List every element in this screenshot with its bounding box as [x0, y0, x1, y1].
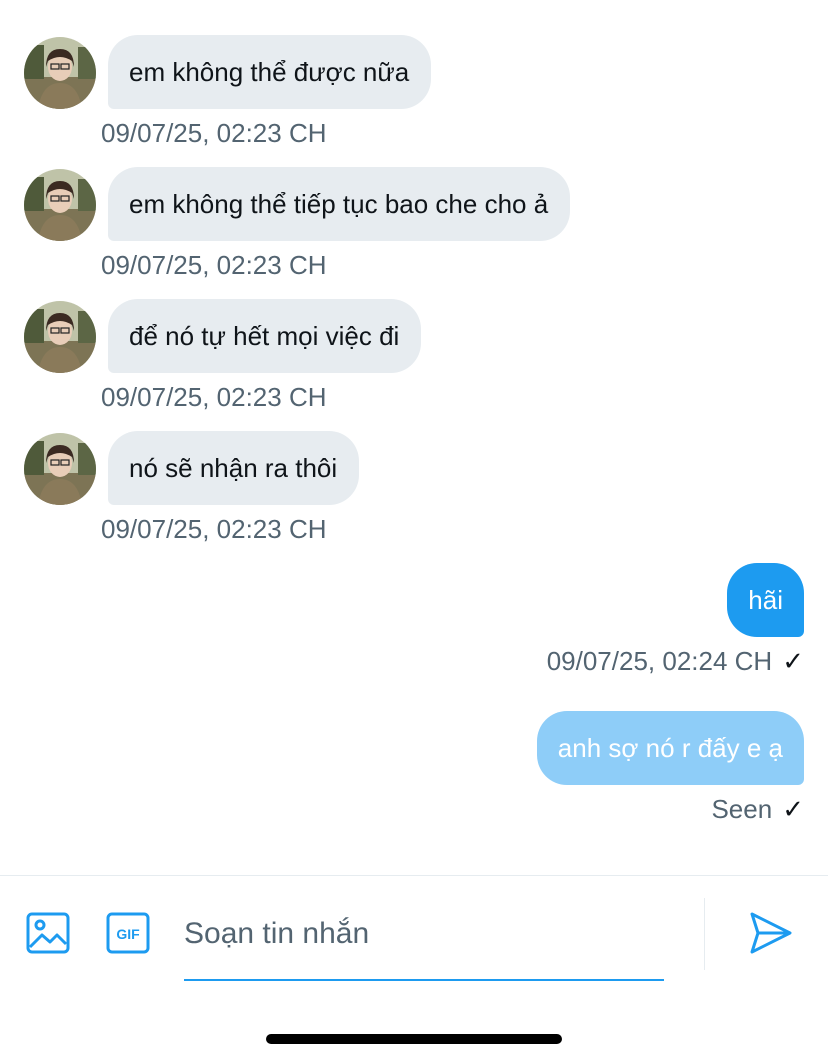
composer-separator	[704, 898, 705, 970]
avatar[interactable]	[24, 37, 96, 109]
avatar[interactable]	[24, 301, 96, 373]
message-timestamp: 09/07/25, 02:23 CH	[101, 382, 327, 412]
send-icon[interactable]	[748, 910, 794, 956]
message-bubble-outgoing[interactable]: hãi	[727, 563, 804, 637]
seen-status: Seen	[711, 794, 773, 824]
message-input[interactable]: Soạn tin nhắn	[184, 905, 664, 981]
message-bubble-incoming[interactable]: nó sẽ nhận ra thôi	[108, 431, 360, 505]
image-icon[interactable]	[26, 911, 70, 955]
message-timestamp: 09/07/25, 02:24 CH	[546, 646, 773, 676]
message-timestamp: 09/07/25, 02:23 CH	[101, 118, 327, 148]
message-meta: 09/07/25, 02:24 CH ✓	[547, 644, 804, 678]
composer-divider	[0, 875, 828, 876]
message-bubble-incoming[interactable]: em không thể tiếp tục bao che cho ả	[108, 167, 571, 241]
message-bubble-incoming[interactable]: để nó tự hết mọi việc đi	[108, 299, 422, 373]
gif-icon-graphic: GIF	[106, 912, 150, 954]
message-timestamp: 09/07/25, 02:23 CH	[101, 250, 327, 280]
avatar[interactable]	[24, 433, 96, 505]
checkmark-icon: ✓	[782, 646, 804, 676]
avatar-image	[24, 169, 96, 241]
svg-text:GIF: GIF	[116, 926, 140, 942]
avatar-image	[24, 37, 96, 109]
checkmark-icon: ✓	[782, 794, 804, 824]
message-bubble-outgoing[interactable]: anh sợ nó r đấy e ạ	[536, 711, 804, 785]
avatar-image	[24, 433, 96, 505]
avatar-image	[24, 301, 96, 373]
message-bubble-incoming[interactable]: em không thể được nữa	[108, 35, 432, 109]
home-indicator[interactable]	[266, 1034, 562, 1044]
dm-conversation: em không thể được nữa 09/07/25, 02:23 CH…	[0, 0, 828, 1060]
send-icon-graphic	[750, 912, 792, 954]
gif-icon[interactable]: GIF	[106, 911, 150, 955]
avatar[interactable]	[24, 169, 96, 241]
message-meta: Seen ✓	[711, 792, 804, 826]
image-icon-graphic	[26, 912, 70, 954]
message-timestamp: 09/07/25, 02:23 CH	[101, 514, 327, 544]
